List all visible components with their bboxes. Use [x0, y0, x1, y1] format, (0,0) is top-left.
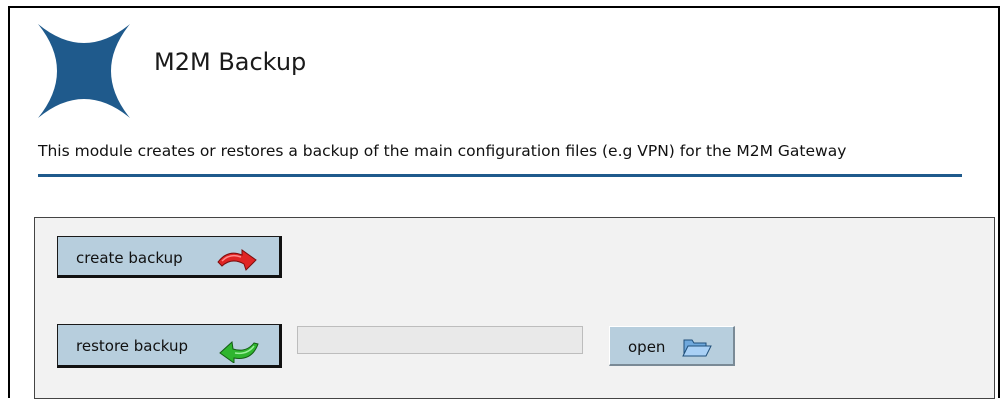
create-backup-button[interactable]: create backup: [57, 236, 282, 278]
open-button-label: open: [628, 338, 666, 356]
green-undo-arrow-icon: [219, 340, 259, 363]
backup-file-input[interactable]: [297, 326, 583, 354]
open-file-button[interactable]: open: [609, 326, 735, 366]
module-frame: M2M Backup This module creates or restor…: [8, 6, 1000, 399]
module-description: This module creates or restores a backup…: [38, 142, 847, 160]
folder-open-icon: [682, 339, 712, 357]
page-title: M2M Backup: [154, 48, 307, 76]
title-divider: [38, 174, 962, 177]
restore-backup-label: restore backup: [76, 337, 188, 355]
restore-backup-button[interactable]: restore backup: [57, 324, 282, 368]
red-redo-arrow-icon: [217, 249, 257, 271]
m2m-logo: [38, 24, 130, 118]
create-backup-label: create backup: [76, 249, 183, 267]
backup-panel: create backup restore backup open: [34, 217, 995, 399]
